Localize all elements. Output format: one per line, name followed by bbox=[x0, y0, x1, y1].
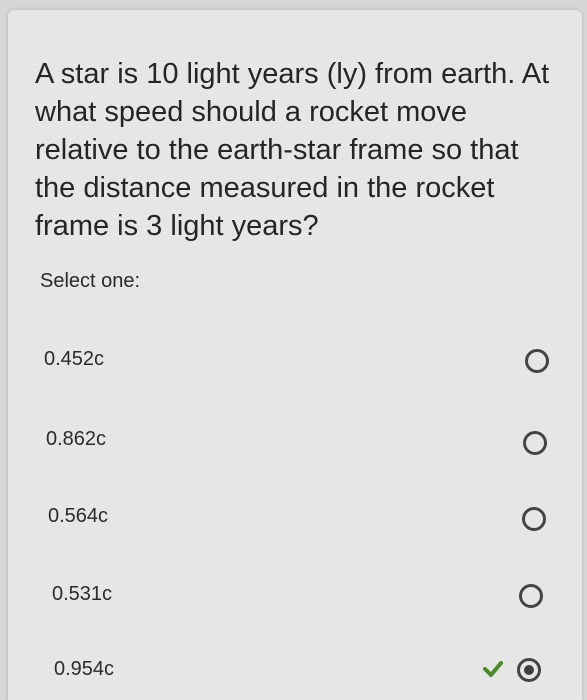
check-mark-icon bbox=[483, 661, 503, 677]
radio-button-icon[interactable] bbox=[522, 507, 546, 531]
answer-option-4[interactable]: 0.531c bbox=[8, 565, 582, 625]
answer-option-3[interactable]: 0.564c bbox=[8, 487, 582, 547]
answer-option-label: 0.862c bbox=[46, 428, 107, 450]
answer-option-2[interactable]: 0.862c bbox=[8, 410, 582, 470]
radio-button-icon[interactable] bbox=[523, 431, 547, 455]
radio-button-icon[interactable] bbox=[517, 658, 541, 682]
answer-option-label: 0.954c bbox=[54, 658, 115, 680]
question-card: A star is 10 light years (ly) from earth… bbox=[8, 10, 582, 700]
answer-option-label: 0.452c bbox=[44, 348, 105, 370]
question-text: A star is 10 light years (ly) from earth… bbox=[35, 58, 550, 242]
radio-button-icon[interactable] bbox=[525, 349, 549, 373]
radio-button-icon[interactable] bbox=[519, 584, 543, 608]
answer-option-5[interactable]: 0.954c bbox=[8, 640, 582, 700]
answer-option-label: 0.564c bbox=[48, 505, 109, 527]
answer-option-1[interactable]: 0.452c bbox=[8, 330, 582, 390]
select-one-label: Select one: bbox=[40, 270, 141, 292]
answer-option-label: 0.531c bbox=[52, 583, 113, 605]
